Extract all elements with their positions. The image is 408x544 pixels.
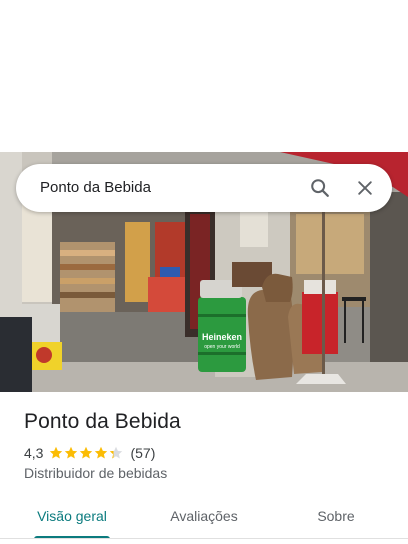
review-count[interactable]: (57) [130, 445, 155, 461]
tab-about[interactable]: Sobre [296, 496, 376, 536]
search-query-text[interactable]: Ponto da Bebida [40, 179, 151, 196]
heineken-barrel-label: Heineken [202, 332, 242, 342]
map-area-blank [0, 0, 408, 152]
place-name: Ponto da Bebida [24, 410, 181, 433]
star-icon [95, 446, 108, 459]
star-icon [50, 446, 63, 459]
clear-search-button[interactable] [349, 172, 381, 204]
tab-reviews[interactable]: Avaliações [156, 496, 252, 536]
search-button[interactable] [304, 172, 336, 204]
search-bar[interactable]: Ponto da Bebida [16, 164, 392, 212]
search-icon [311, 179, 329, 197]
star-icon [80, 446, 93, 459]
rating-row[interactable]: 4,3 (57) [24, 444, 155, 462]
tab-divider [0, 538, 408, 539]
star-icon [110, 446, 123, 459]
star-rating [49, 446, 124, 460]
rating-value: 4,3 [24, 445, 44, 461]
tab-overview[interactable]: Visão geral [24, 496, 120, 536]
heineken-barrel-sublabel: open your world [204, 344, 240, 350]
star-icon [65, 446, 78, 459]
close-icon [358, 181, 372, 195]
place-category[interactable]: Distribuidor de bebidas [24, 465, 167, 481]
